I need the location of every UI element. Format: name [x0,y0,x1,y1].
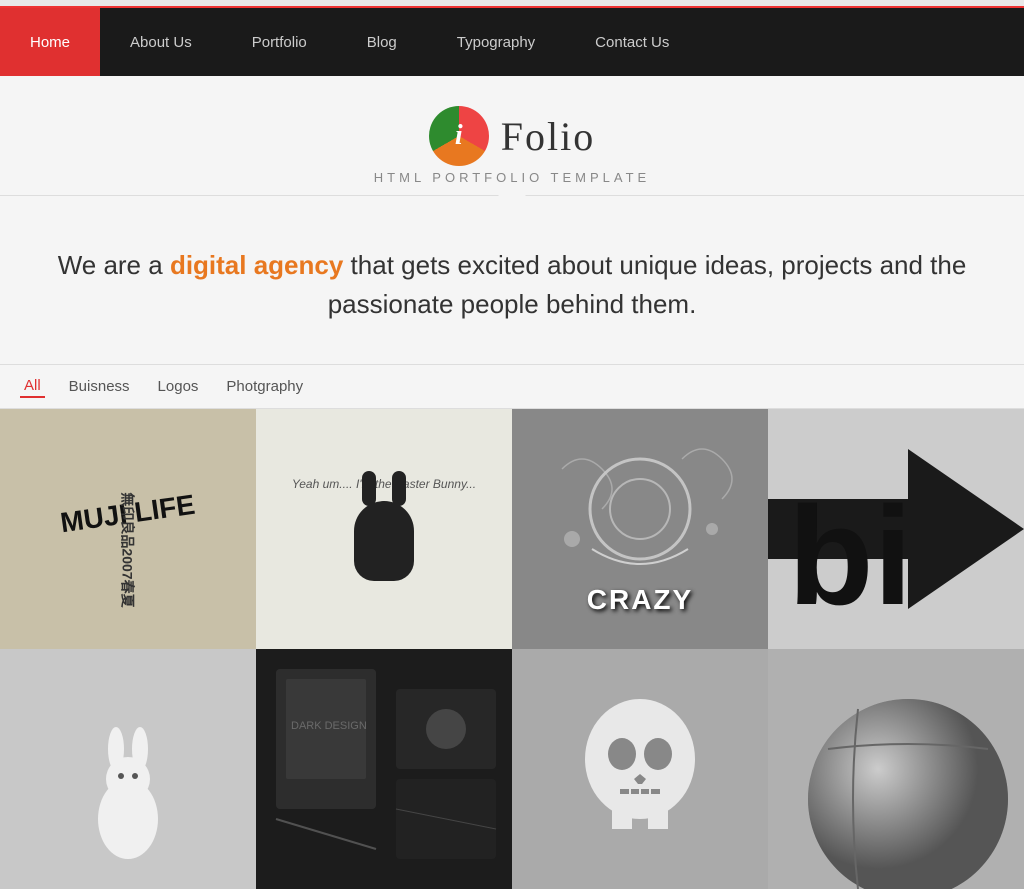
top-bar [0,0,1024,8]
portfolio-item-crazy[interactable]: CRAZY [512,409,768,649]
portfolio-image-bunny: Yeah um.... I'm the Easter Bunny... [256,409,512,649]
filter-bar: All Buisness Logos Photgraphy [0,364,1024,409]
portfolio-grid: Yeah um.... I'm the Easter Bunny... CRAZ… [0,409,1024,889]
filter-logos[interactable]: Logos [154,376,203,397]
logo-icon: i [429,106,489,166]
portfolio-image-ball [768,649,1024,889]
hero-text-before: We are a [58,250,170,280]
nav-item-contact[interactable]: Contact Us [565,8,699,76]
portfolio-image-dark: DARK DESIGN [256,649,512,889]
portfolio-item-muji[interactable] [0,409,256,649]
portfolio-image-muji [0,409,256,649]
filter-all[interactable]: All [20,375,45,398]
portfolio-image-rabbit2 [0,649,256,889]
portfolio-item-dark[interactable]: DARK DESIGN [256,649,512,889]
svg-text:DARK DESIGN: DARK DESIGN [291,720,367,732]
hero-text-after: that gets excited about unique ideas, pr… [328,250,967,319]
portfolio-item-rabbit2[interactable] [0,649,256,889]
big-svg: bi [768,409,1024,649]
portfolio-item-big[interactable]: bi [768,409,1024,649]
filter-photography[interactable]: Photgraphy [222,376,307,397]
logo-subtitle: HTML Portfolio Template [374,170,650,185]
hero-highlight: digital agency [170,250,343,280]
crazy-svg: CRAZY [512,409,768,649]
portfolio-image-skull [512,649,768,889]
nav-item-home[interactable]: Home [0,8,100,76]
logo-title: Folio [501,113,595,160]
nav-item-about[interactable]: About Us [100,8,222,76]
hero-section: We are a digital agency that gets excite… [0,196,1024,364]
portfolio-item-ball[interactable] [768,649,1024,889]
filter-business[interactable]: Buisness [65,376,134,397]
portfolio-item-bunny[interactable]: Yeah um.... I'm the Easter Bunny... [256,409,512,649]
portfolio-image-big: bi [768,409,1024,649]
portfolio-item-skull[interactable] [512,649,768,889]
dark-svg: DARK DESIGN [256,649,512,889]
svg-text:bi: bi [788,477,912,634]
nav-item-blog[interactable]: Blog [337,8,427,76]
skull-svg [512,649,768,889]
svg-text:CRAZY: CRAZY [587,584,693,615]
portfolio-image-crazy: CRAZY [512,409,768,649]
nav-item-portfolio[interactable]: Portfolio [222,8,337,76]
main-navigation: Home About Us Portfolio Blog Typography … [0,8,1024,76]
rabbit2-svg [0,649,256,889]
logo-arrow [498,195,526,209]
logo-area: i Folio HTML Portfolio Template [0,76,1024,195]
nav-item-typography[interactable]: Typography [427,8,565,76]
ball-svg [768,649,1024,889]
logo-wrapper: i Folio [429,106,595,166]
bunny-caption: Yeah um.... I'm the Easter Bunny... [272,477,496,491]
bunny-figure [354,501,414,581]
